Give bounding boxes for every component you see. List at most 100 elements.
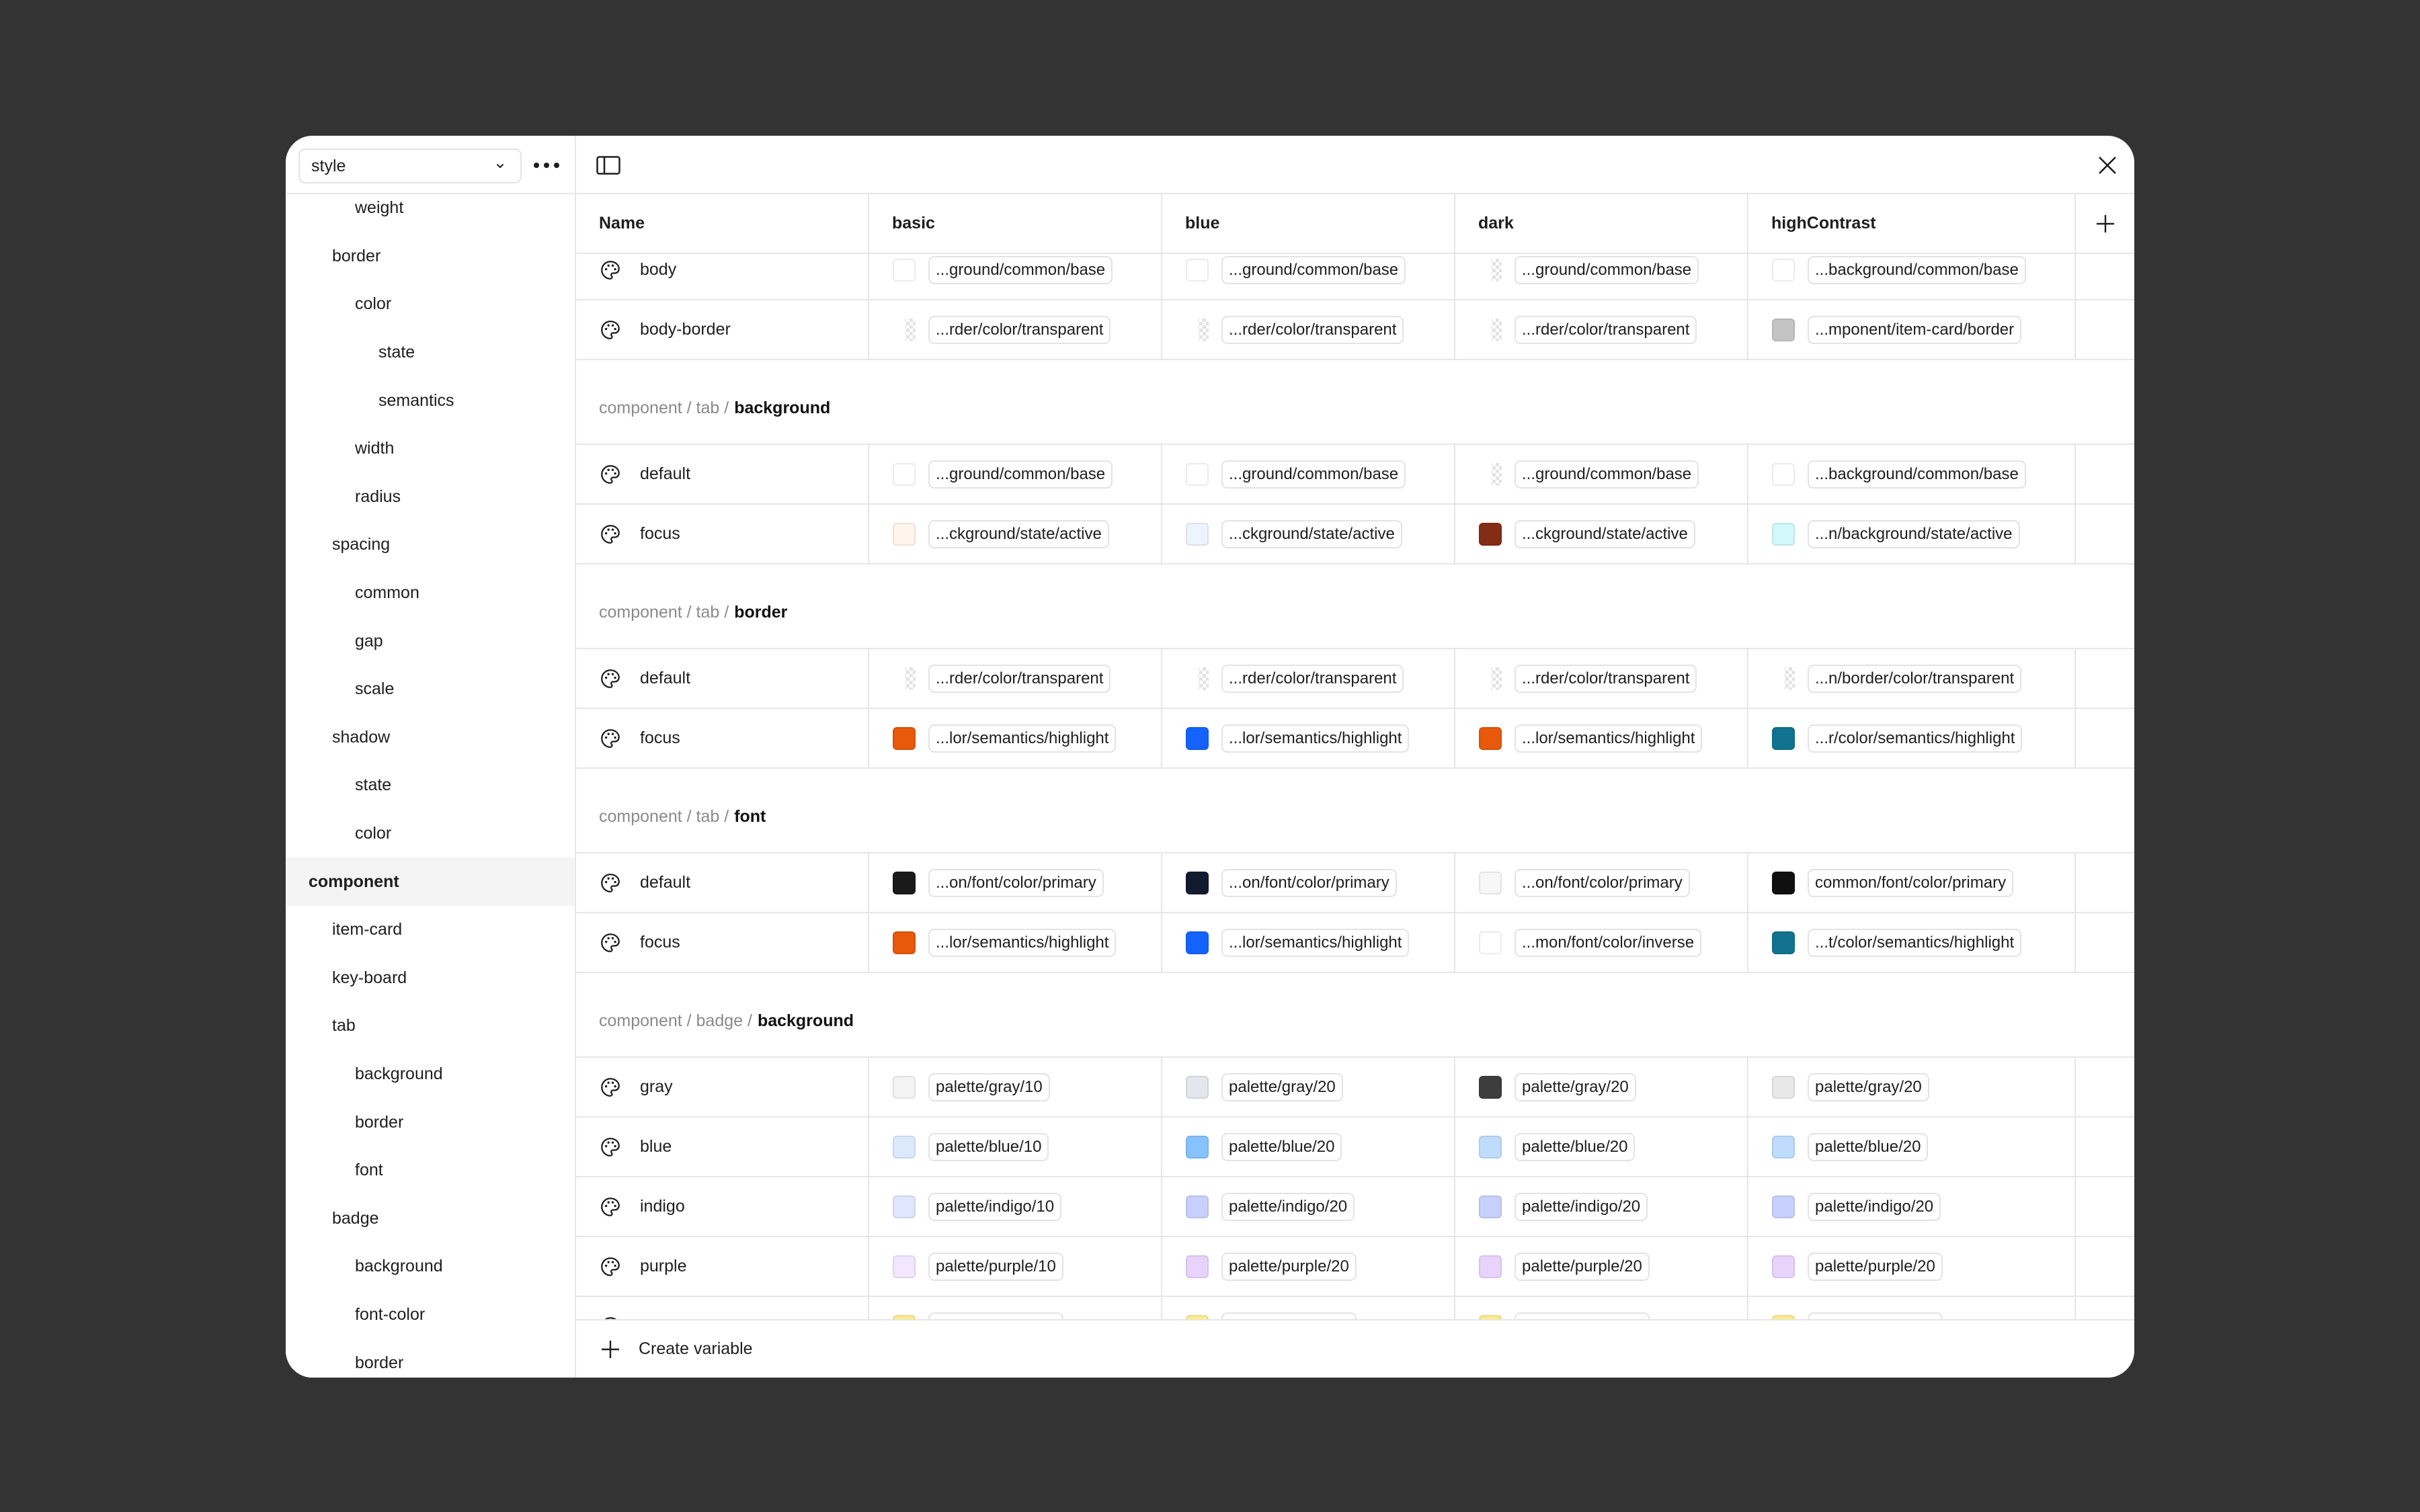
value-cell-dark[interactable]: ...mon/font/color/inverse xyxy=(1455,913,1748,972)
alias-pill[interactable]: ...ground/common/base xyxy=(1515,460,1699,489)
value-cell-basic[interactable]: ...lor/semantics/highlight xyxy=(869,709,1162,767)
value-cell-dark[interactable]: ...on/font/color/primary xyxy=(1455,853,1748,912)
alias-pill[interactable]: palette/indigo/20 xyxy=(1515,1192,1648,1221)
variable-name-cell[interactable]: yellow xyxy=(576,1297,869,1319)
color-swatch[interactable] xyxy=(1772,522,1795,546)
table-row[interactable]: focus ...lor/semantics/highlight ...lor/se… xyxy=(576,913,2134,973)
sidebar-item-border[interactable]: border xyxy=(286,1339,575,1378)
column-header-mode[interactable]: blue xyxy=(1162,194,1455,253)
alias-pill[interactable]: palette/gray/20 xyxy=(1808,1073,1929,1101)
table-row[interactable]: default ...on/font/color/primary ...on/fon… xyxy=(576,853,2134,913)
alias-pill[interactable]: ...on/font/color/primary xyxy=(928,868,1104,897)
alias-pill[interactable]: ...ground/common/base xyxy=(1221,255,1406,284)
color-swatch[interactable] xyxy=(1772,1075,1795,1099)
alias-pill[interactable]: ...lor/semantics/highlight xyxy=(1221,724,1410,753)
value-cell-basic[interactable]: ...ckground/state/active xyxy=(869,505,1162,563)
variable-name-cell[interactable]: default xyxy=(576,649,869,708)
collection-select[interactable]: style xyxy=(298,149,522,183)
color-swatch[interactable] xyxy=(1772,931,1795,954)
create-variable-button[interactable]: Create variable xyxy=(600,1339,753,1359)
value-cell-blue[interactable]: ...rder/color/transparent xyxy=(1162,300,1455,359)
value-cell-highContrast[interactable]: ...t/color/semantics/highlight xyxy=(1748,913,2076,972)
alias-pill[interactable]: palette/gray/10 xyxy=(928,1073,1050,1101)
variable-name-cell[interactable]: body-border xyxy=(576,300,869,359)
sidebar-item-color[interactable]: color xyxy=(286,810,575,858)
color-swatch[interactable] xyxy=(1491,258,1502,282)
color-swatch[interactable] xyxy=(893,1195,916,1218)
value-cell-highContrast[interactable]: ...n/background/state/active xyxy=(1748,505,2076,563)
sidebar-item-semantics[interactable]: semantics xyxy=(286,376,575,425)
value-cell-basic[interactable]: ...ground/common/base xyxy=(869,254,1162,299)
sidebar-item-font-color[interactable]: font-color xyxy=(286,1291,575,1339)
alias-pill[interactable]: ...lor/semantics/highlight xyxy=(928,928,1117,957)
alias-pill[interactable]: palette/purple/10 xyxy=(928,1252,1063,1281)
sidebar-item-font[interactable]: font xyxy=(286,1146,575,1195)
alias-pill[interactable]: ...n/border/color/transparent xyxy=(1808,664,2022,693)
color-swatch[interactable] xyxy=(905,667,916,690)
value-cell-blue[interactable]: ...on/font/color/primary xyxy=(1162,853,1455,912)
value-cell-blue[interactable]: ...ckground/state/active xyxy=(1162,505,1455,563)
color-swatch[interactable] xyxy=(893,462,916,486)
column-header-mode[interactable]: dark xyxy=(1455,194,1748,253)
alias-pill[interactable]: palette/blue/20 xyxy=(1221,1132,1342,1161)
color-swatch[interactable] xyxy=(1772,318,1795,341)
variable-name-cell[interactable]: indigo xyxy=(576,1177,869,1236)
alias-pill[interactable]: palette/gray/20 xyxy=(1515,1073,1636,1101)
color-swatch[interactable] xyxy=(893,871,916,894)
color-swatch[interactable] xyxy=(1186,931,1209,954)
alias-pill[interactable]: palette/indigo/20 xyxy=(1221,1192,1355,1221)
value-cell-blue[interactable]: palette/yellow/20 xyxy=(1162,1297,1455,1319)
color-swatch[interactable] xyxy=(1772,1195,1795,1218)
value-cell-highContrast[interactable]: palette/blue/20 xyxy=(1748,1118,2076,1176)
value-cell-dark[interactable]: palette/indigo/20 xyxy=(1455,1177,1748,1236)
table-row[interactable]: default ...rder/color/transparent ...rder/… xyxy=(576,649,2134,709)
color-swatch[interactable] xyxy=(1479,1135,1502,1159)
color-swatch[interactable] xyxy=(1479,522,1502,546)
value-cell-highContrast[interactable]: palette/purple/20 xyxy=(1748,1237,2076,1296)
sidebar-item-shadow[interactable]: shadow xyxy=(286,714,575,762)
color-swatch[interactable] xyxy=(1186,462,1209,486)
table-row[interactable]: focus ...ckground/state/active ...ckground… xyxy=(576,505,2134,564)
value-cell-basic[interactable]: palette/gray/10 xyxy=(869,1058,1162,1116)
value-cell-basic[interactable]: ...rder/color/transparent xyxy=(869,300,1162,359)
column-header-mode[interactable]: highContrast xyxy=(1748,194,2076,253)
color-swatch[interactable] xyxy=(1772,1255,1795,1278)
alias-pill[interactable]: ...background/common/base xyxy=(1808,255,2026,284)
color-swatch[interactable] xyxy=(1772,1135,1795,1159)
alias-pill[interactable]: ...on/font/color/primary xyxy=(1515,868,1690,897)
table-row[interactable]: purple palette/purple/10 palette/purple/20… xyxy=(576,1237,2134,1297)
value-cell-dark[interactable]: palette/gray/20 xyxy=(1455,1058,1748,1116)
color-swatch[interactable] xyxy=(893,1255,916,1278)
value-cell-basic[interactable]: ...on/font/color/primary xyxy=(869,853,1162,912)
value-cell-dark[interactable]: ...ckground/state/active xyxy=(1455,505,1748,563)
value-cell-blue[interactable]: palette/gray/20 xyxy=(1162,1058,1455,1116)
table-row[interactable]: blue palette/blue/10 palette/blue/20 palett… xyxy=(576,1118,2134,1177)
table-row[interactable]: default ...ground/common/base ...ground/co… xyxy=(576,445,2134,505)
value-cell-blue[interactable]: palette/blue/20 xyxy=(1162,1118,1455,1176)
alias-pill[interactable]: ...mponent/item-card/border xyxy=(1808,315,2022,344)
color-swatch[interactable] xyxy=(1186,1075,1209,1099)
color-swatch[interactable] xyxy=(1479,1195,1502,1218)
value-cell-dark[interactable]: ...ground/common/base xyxy=(1455,254,1748,299)
color-swatch[interactable] xyxy=(1198,318,1209,341)
value-cell-highContrast[interactable]: ...r/color/semantics/highlight xyxy=(1748,709,2076,767)
table-row[interactable]: gray palette/gray/10 palette/gray/20 palett… xyxy=(576,1058,2134,1118)
variable-name-cell[interactable]: purple xyxy=(576,1237,869,1296)
value-cell-basic[interactable]: palette/indigo/10 xyxy=(869,1177,1162,1236)
alias-pill[interactable]: palette/blue/20 xyxy=(1515,1132,1636,1161)
value-cell-dark[interactable]: ...lor/semantics/highlight xyxy=(1455,709,1748,767)
color-swatch[interactable] xyxy=(893,726,916,750)
color-swatch[interactable] xyxy=(893,1075,916,1099)
sidebar-item-radius[interactable]: radius xyxy=(286,473,575,521)
color-swatch[interactable] xyxy=(1479,1075,1502,1099)
alias-pill[interactable]: ...ckground/state/active xyxy=(928,519,1109,548)
alias-pill[interactable]: common/font/color/primary xyxy=(1808,868,2014,897)
sidebar-item-gap[interactable]: gap xyxy=(286,617,575,665)
alias-pill[interactable]: ...rder/color/transparent xyxy=(1221,664,1404,693)
alias-pill[interactable]: ...background/common/base xyxy=(1808,460,2026,489)
value-cell-highContrast[interactable]: ...n/border/color/transparent xyxy=(1748,649,2076,708)
alias-pill[interactable]: palette/gray/20 xyxy=(1221,1073,1343,1101)
plus-icon[interactable] xyxy=(2095,213,2116,235)
color-swatch[interactable] xyxy=(893,522,916,546)
value-cell-dark[interactable]: ...rder/color/transparent xyxy=(1455,649,1748,708)
